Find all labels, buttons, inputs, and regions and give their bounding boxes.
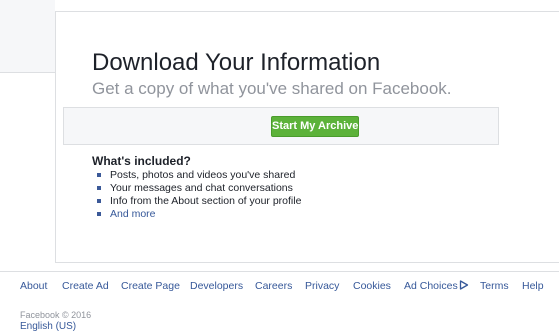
bullet-icon — [97, 199, 101, 203]
bullet-icon — [97, 186, 101, 190]
footer-link-cookies[interactable]: Cookies — [353, 280, 391, 293]
and-more-link[interactable]: And more — [110, 208, 156, 220]
footer-link-ad-choices[interactable]: Ad Choices — [404, 280, 469, 293]
list-item-label: Posts, photos and videos you've shared — [110, 169, 296, 181]
archive-box: Start My Archive — [63, 107, 499, 145]
page: Download Your Information Get a copy of … — [0, 0, 559, 336]
page-subtitle: Get a copy of what you've shared on Face… — [92, 79, 452, 98]
footer-link-developers[interactable]: Developers — [190, 280, 243, 293]
footer-link-ad-choices-label: Ad Choices — [404, 280, 458, 292]
list-item: Your messages and chat conversations — [96, 182, 301, 195]
list-item: And more — [96, 208, 301, 221]
start-archive-button[interactable]: Start My Archive — [271, 116, 359, 137]
whats-included-heading: What's included? — [92, 154, 191, 168]
list-item-label: Info from the About section of your prof… — [110, 195, 302, 207]
footer-link-about[interactable]: About — [20, 280, 47, 293]
footer-link-terms[interactable]: Terms — [480, 280, 509, 293]
footer-nav: About Create Ad Create Page Developers C… — [0, 271, 559, 299]
included-list: Posts, photos and videos you've shared Y… — [96, 169, 301, 221]
list-item: Posts, photos and videos you've shared — [96, 169, 301, 182]
footer-link-create-ad[interactable]: Create Ad — [62, 280, 109, 293]
bullet-icon — [97, 212, 101, 216]
adchoices-triangle-icon — [459, 280, 468, 290]
list-item-label: Your messages and chat conversations — [110, 182, 293, 194]
language-link[interactable]: English (US) — [20, 321, 76, 333]
left-panel — [0, 0, 55, 73]
page-title: Download Your Information — [92, 49, 381, 76]
footer-link-help[interactable]: Help — [522, 280, 544, 293]
download-info-card: Download Your Information Get a copy of … — [55, 11, 559, 263]
copyright-text: Facebook © 2016 — [20, 310, 92, 320]
bullet-icon — [97, 173, 101, 177]
footer-link-careers[interactable]: Careers — [255, 280, 292, 293]
footer-link-create-page[interactable]: Create Page — [121, 280, 180, 293]
footer-link-privacy[interactable]: Privacy — [305, 280, 339, 293]
list-item: Info from the About section of your prof… — [96, 195, 301, 208]
